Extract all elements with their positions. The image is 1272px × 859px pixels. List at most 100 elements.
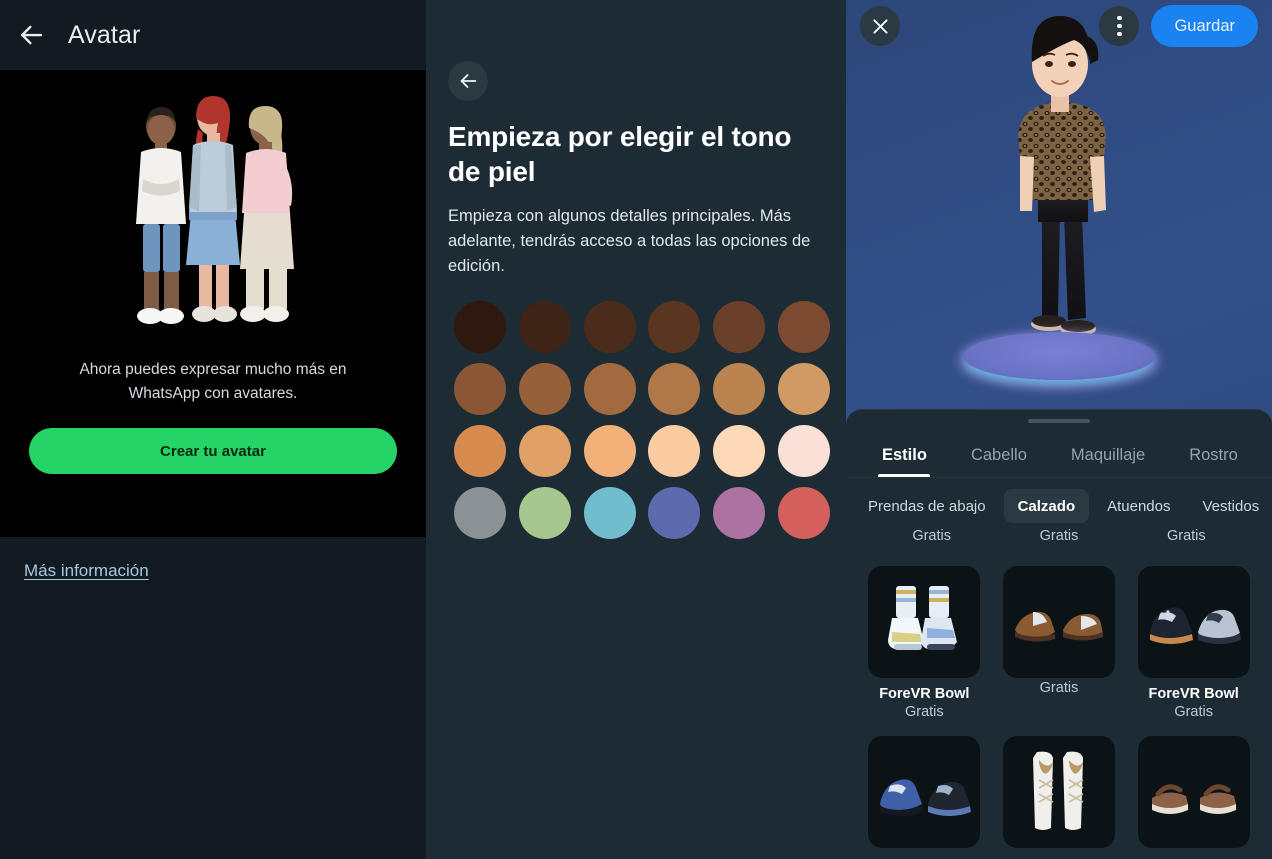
close-button[interactable]: [860, 6, 900, 46]
page-title: Avatar: [68, 20, 141, 49]
skin-tone-3[interactable]: [583, 301, 636, 353]
skin-tone-7[interactable]: [454, 363, 507, 415]
editor-sheet: Estilo Cabello Maquillaje Rostro Prendas de…: [846, 409, 1272, 859]
item-cell[interactable]: ForeVR Bowl Gratis: [868, 566, 981, 720]
screen: Avatar Ahora puedes expresar mucho más e…: [0, 0, 1272, 859]
skin-tone-8[interactable]: [518, 363, 571, 415]
skin-tone-23[interactable]: [712, 487, 765, 539]
arrow-left-icon[interactable]: [16, 20, 46, 50]
sneaker-socks-thumb[interactable]: [868, 566, 981, 678]
skin-tone-cell: [642, 425, 707, 477]
tab-cabello[interactable]: Cabello: [949, 434, 1049, 477]
skin-tone-cell: [513, 425, 578, 477]
skin-tone-cell: [707, 425, 772, 477]
skin-tone-cell: [577, 363, 642, 415]
right-topbar: Guardar: [846, 0, 1272, 52]
skin-tone-15[interactable]: [583, 425, 636, 477]
skin-tone-24[interactable]: [777, 487, 830, 539]
chip-vestidos[interactable]: Vestidos: [1189, 489, 1272, 523]
skin-tone-cell: [513, 487, 578, 539]
skin-tone-17[interactable]: [712, 425, 765, 477]
skin-tone-16[interactable]: [648, 425, 701, 477]
skin-tone-4[interactable]: [648, 301, 701, 353]
item-cell[interactable]: [1002, 736, 1116, 848]
skin-tone-2[interactable]: [518, 301, 571, 353]
avatar-3d-preview[interactable]: [846, 0, 1272, 412]
skin-tone-9[interactable]: [583, 363, 636, 415]
blue-sneakers-thumb[interactable]: [1137, 566, 1250, 678]
left-footer: Más información: [0, 537, 426, 581]
subcategory-chips: Prendas de abajo Calzado Atuendos Vestidos: [846, 478, 1272, 526]
skin-tone-21[interactable]: [583, 487, 636, 539]
item-price: Gratis: [912, 528, 951, 544]
skin-tone-5[interactable]: [712, 301, 765, 353]
tab-rostro[interactable]: Rostro: [1167, 434, 1260, 477]
skin-tone-cell: [513, 301, 578, 353]
skin-tone-cell: [771, 487, 836, 539]
item-cell[interactable]: ForeVR Bowl Gratis: [1137, 566, 1250, 720]
item-price: Gratis: [904, 704, 944, 720]
skin-tone-19[interactable]: [454, 487, 507, 539]
skin-tone-10[interactable]: [648, 363, 701, 415]
tab-estilo[interactable]: Estilo: [860, 434, 949, 477]
brown-dress-shoes-thumb[interactable]: [1002, 566, 1115, 678]
skin-tone-cell: [707, 301, 772, 353]
partial-row-prices: Gratis Gratis Gratis: [846, 528, 1272, 544]
item-name: ForeVR Bowl: [879, 686, 970, 702]
item-grid: ForeVR Bowl Gratis Gratis ForeVR Bowl Grat…: [846, 544, 1272, 848]
skin-tone-1[interactable]: [454, 301, 507, 353]
skin-tone-cell: [448, 363, 513, 415]
left-panel: Avatar Ahora puedes expresar mucho más e…: [0, 0, 426, 859]
item-cell[interactable]: [868, 736, 981, 848]
close-icon: [870, 16, 891, 37]
middle-panel: Empieza por elegir el tono de piel Empie…: [426, 0, 846, 859]
category-tabs: Estilo Cabello Maquillaje Rostro: [846, 434, 1272, 478]
skin-tone-12[interactable]: [777, 363, 830, 415]
skin-tone-cell: [448, 425, 513, 477]
chip-prendas-de-abajo[interactable]: Prendas de abajo: [854, 489, 1000, 523]
item-price: Gratis: [1039, 528, 1079, 544]
skin-tone-cell: [771, 363, 836, 415]
skin-tone-cell: [771, 425, 836, 477]
hero-caption: Ahora puedes expresar mucho más en Whats…: [79, 361, 347, 402]
left-hero: Ahora puedes expresar mucho más en Whats…: [0, 70, 426, 537]
skin-tone-cell: [771, 301, 836, 353]
skin-tone-22[interactable]: [648, 487, 701, 539]
skin-tone-cell: [707, 487, 772, 539]
arrow-left-icon: [457, 70, 479, 92]
white-knee-socks-thumb[interactable]: [1002, 736, 1115, 848]
skin-tone-cell: [577, 425, 642, 477]
skin-tone-cell: [513, 363, 578, 415]
more-info-link[interactable]: Más información: [24, 561, 149, 580]
chip-atuendos[interactable]: Atuendos: [1093, 489, 1184, 523]
menu-dot: [1117, 31, 1122, 37]
skin-tone-20[interactable]: [518, 487, 571, 539]
right-panel: Guardar Estilo Cabello Maquillaje Rostro Pr…: [846, 0, 1272, 859]
more-vertical-icon[interactable]: [1099, 6, 1140, 46]
menu-dot: [1117, 15, 1122, 21]
skin-tone-cell: [577, 487, 642, 539]
item-price: Gratis: [1166, 528, 1206, 544]
back-button[interactable]: [448, 61, 488, 101]
skin-tone-6[interactable]: [777, 301, 830, 353]
avatar-trio-illustration: [113, 84, 313, 344]
skin-tone-13[interactable]: [454, 425, 507, 477]
skin-tone-cell: [577, 301, 642, 353]
item-cell[interactable]: [1137, 736, 1250, 848]
chip-calzado[interactable]: Calzado: [1003, 489, 1090, 523]
navy-sneakers-thumb[interactable]: [868, 736, 981, 848]
skin-tone-11[interactable]: [712, 363, 765, 415]
item-name: ForeVR Bowl: [1148, 686, 1239, 702]
skin-tone-14[interactable]: [518, 425, 571, 477]
create-avatar-button[interactable]: Crear tu avatar: [29, 428, 397, 474]
brown-sandals-thumb[interactable]: [1137, 736, 1250, 848]
drag-handle[interactable]: [1028, 419, 1090, 423]
save-button[interactable]: Guardar: [1151, 5, 1258, 47]
item-cell[interactable]: Gratis: [1002, 566, 1116, 720]
skin-tone-cell: [642, 487, 707, 539]
skin-tone-cell: [448, 487, 513, 539]
item-price: Gratis: [1039, 680, 1079, 696]
skin-tone-18[interactable]: [777, 425, 830, 477]
left-appbar: Avatar: [0, 0, 426, 70]
tab-maquillaje[interactable]: Maquillaje: [1049, 434, 1167, 477]
